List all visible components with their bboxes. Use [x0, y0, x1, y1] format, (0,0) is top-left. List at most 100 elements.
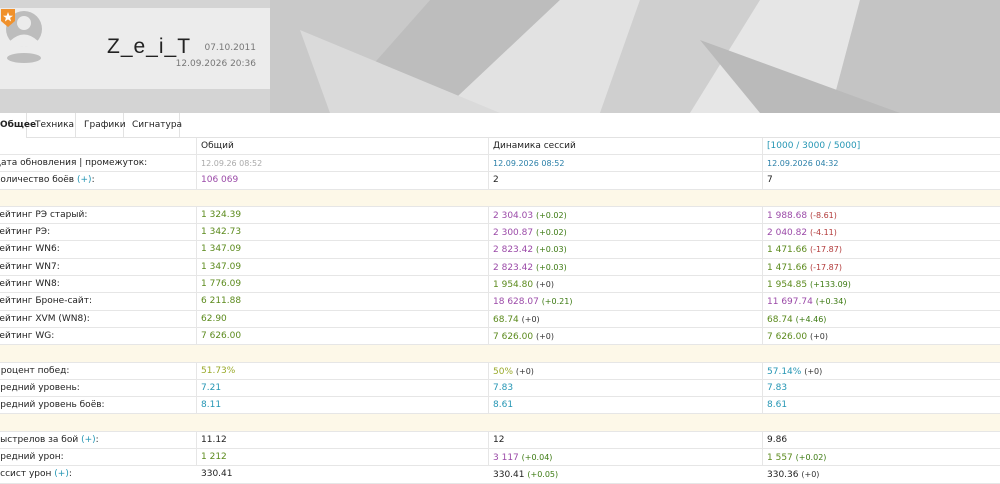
row-label-text: Рейтинг WN7: [0, 261, 60, 272]
stat-delta: (+0) [521, 314, 540, 324]
table-row: Рейтинг XVM (WN8): 62.90 68.74 (+0) 68.74 (… [0, 311, 1000, 328]
table-row: Средний уровень боёв: 8.11 8.61 8.61 [0, 397, 1000, 415]
section-separator [0, 189, 1000, 207]
row-label-text: Рейтинг WG: [0, 330, 55, 341]
value-cell: 330.41 (+0.05) [493, 466, 558, 484]
row-label-text: Количество боёв [0, 175, 75, 186]
stat-value: 7 626.00 [767, 331, 808, 342]
row-label-text: Рейтинг РЭ: [0, 227, 51, 238]
value-cell: 18 628.07 (+0.21) [493, 293, 572, 311]
row-label-text: Средний урон: [0, 452, 64, 463]
row-label: Средний уровень боёв: [0, 397, 190, 414]
stat-value: 2 040.82 [767, 228, 808, 239]
profile-banner: Z_e_i_T 07.10.2011 12.09.2026 20:36 [0, 0, 1000, 113]
stat-value: 2 823.42 [493, 262, 534, 273]
stat-delta: (+133.09) [809, 280, 851, 290]
stat-value: 51.73% [201, 365, 236, 376]
row-label-suffix: : [95, 434, 99, 445]
stat-value: 1 324.39 [201, 209, 242, 220]
row-label-text: Процент побед: [0, 365, 70, 376]
stat-value: 62.90 [201, 313, 227, 324]
premium-badge-icon [1, 9, 15, 27]
value-cell: 12.09.26 08:52 [201, 155, 262, 173]
tab-vehicles[interactable]: Техника [27, 113, 76, 138]
stat-delta: (+0) [515, 366, 534, 376]
value-cell: 51.73% [201, 363, 235, 380]
stat-value: 7 [767, 175, 773, 186]
column-overall-header: Общий [201, 141, 234, 151]
stat-value: 6 211.88 [201, 296, 242, 307]
stat-value: 68.74 [493, 314, 519, 325]
value-cell: 57.14% (+0) [767, 363, 822, 381]
stat-delta: (+0.03) [535, 245, 567, 255]
row-label: Рейтинг РЭ старый: [0, 207, 190, 224]
row-label-text: Рейтинг РЭ старый: [0, 209, 88, 220]
tab-charts[interactable]: Графики [76, 113, 126, 138]
section-separator [0, 345, 1000, 363]
stat-value: 1 557 [767, 453, 793, 464]
row-label: Рейтинг РЭ: [0, 224, 190, 241]
value-cell: 11.12 [201, 432, 227, 449]
stat-value: 1 342.73 [201, 227, 242, 238]
stat-value: 1 954.80 [493, 280, 534, 291]
profile-card: Z_e_i_T 07.10.2011 12.09.2026 20:36 [0, 8, 270, 89]
player-name: Z_e_i_T [107, 35, 192, 58]
stat-value: 106 069 [201, 175, 239, 186]
row-label: Дата обновления | промежуток: [0, 155, 190, 172]
stat-delta: (+0.02) [795, 453, 827, 463]
stat-value: 1 212 [201, 452, 227, 463]
expand-plus-link[interactable]: (+) [77, 175, 92, 185]
row-label: Рейтинг XVM (WN8): [0, 311, 190, 328]
stat-delta: (+0.02) [535, 210, 567, 220]
value-cell: 1 776.09 [201, 276, 241, 293]
row-label-text: Рейтинг WN8: [0, 279, 60, 290]
row-label-text: Рейтинг XVM (WN8): [0, 313, 90, 324]
stat-value: 11.12 [201, 434, 227, 445]
value-cell: 11 697.74 (+0.34) [767, 293, 846, 311]
stat-value: 8.61 [767, 400, 788, 411]
expand-plus-link[interactable]: (+) [81, 435, 96, 445]
stat-value: 8.11 [201, 400, 222, 411]
row-label: Рейтинг WN6: [0, 241, 190, 258]
tab-general[interactable]: Общее [0, 113, 36, 138]
table-row: Выстрелов за бой (+): 11.12 12 9.86 [0, 432, 1000, 450]
value-cell: 1 557 (+0.02) [767, 449, 826, 467]
table-row: Рейтинг WN8: 1 776.09 1 954.80 (+0) 1 954.8… [0, 276, 1000, 294]
stat-value: 2 300.87 [493, 228, 534, 239]
tab-signature[interactable]: Сигнатура [124, 113, 182, 138]
stats-table: Общий Динамика сессий [1000 / 3000 / 500… [0, 138, 1000, 484]
stat-delta: (+0) [535, 331, 554, 341]
profile-tabs: Общее Техника Графики Сигнатура [0, 113, 1000, 138]
value-cell: 8.11 [201, 397, 221, 414]
value-cell: 7 626.00 (+0) [767, 328, 828, 346]
stat-value: 68.74 [767, 314, 793, 325]
value-cell: 1 212 [201, 449, 227, 466]
value-cell: 2 823.42 (+0.03) [493, 241, 567, 259]
stat-value: 7.83 [493, 382, 514, 393]
stat-delta: (-8.61) [809, 210, 837, 220]
stat-value: 2 823.42 [493, 245, 534, 256]
value-cell: 1 347.09 [201, 241, 241, 258]
row-label: Рейтинг Броне-сайт: [0, 293, 190, 310]
value-cell: 6 211.88 [201, 293, 241, 310]
value-cell: 2 304.03 (+0.02) [493, 207, 567, 225]
value-cell: 1 342.73 [201, 224, 241, 241]
stat-value: 2 304.03 [493, 210, 534, 221]
stat-value: 1 471.66 [767, 262, 808, 273]
stat-value: 57.14% [767, 366, 802, 377]
table-row: Процент побед: 51.73% 50% (+0) 57.14% (+0) [0, 363, 1000, 380]
stat-value: 18 628.07 [493, 297, 539, 308]
value-cell: 68.74 (+0) [493, 311, 540, 329]
stat-value: 1 347.09 [201, 244, 242, 255]
last-update-date: 12.09.2026 20:36 [175, 59, 256, 69]
expand-plus-link[interactable]: (+) [54, 469, 69, 479]
stat-value: 12 [493, 434, 505, 445]
column-recent-header-link[interactable]: [1000 / 3000 / 5000] [767, 138, 860, 155]
row-label-text: Рейтинг Броне-сайт: [0, 296, 93, 307]
value-cell: 9.86 [767, 432, 787, 449]
value-cell: 7 626.00 [201, 328, 241, 345]
table-row: Рейтинг WG: 7 626.00 7 626.00 (+0) 7 626.00… [0, 328, 1000, 346]
stat-delta: (+0.04) [521, 453, 553, 463]
stat-delta: (-4.11) [809, 228, 837, 238]
value-cell: 2 823.42 (+0.03) [493, 259, 567, 277]
